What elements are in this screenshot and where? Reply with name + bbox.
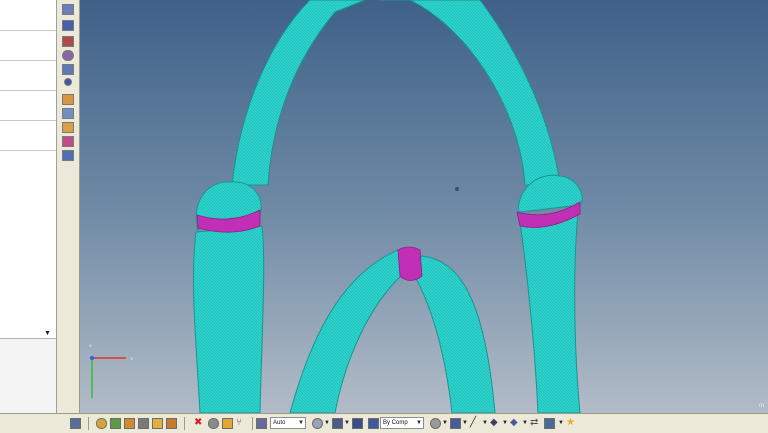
axis-triad: × + bbox=[89, 344, 134, 398]
chevron-down-icon[interactable]: ▼ bbox=[558, 417, 564, 429]
mesh-icon[interactable] bbox=[62, 94, 74, 105]
point-icon[interactable] bbox=[64, 78, 72, 86]
lasso-icon[interactable] bbox=[312, 418, 323, 429]
color-mode-icon[interactable] bbox=[368, 418, 379, 429]
scale-label: m bbox=[759, 403, 764, 409]
cube-view-icon[interactable] bbox=[70, 418, 81, 429]
toolbar-separator bbox=[184, 417, 185, 430]
sphere-icon[interactable] bbox=[62, 50, 74, 61]
sphere-shade-icon[interactable] bbox=[208, 418, 219, 429]
align-icon[interactable] bbox=[62, 108, 74, 119]
isometric-icon[interactable] bbox=[62, 20, 74, 31]
right-pillar-mesh bbox=[519, 211, 581, 413]
toolbar-separator bbox=[88, 417, 89, 430]
chevron-down-icon[interactable]: ▼ bbox=[502, 417, 508, 429]
chevron-down-icon: ▼ bbox=[416, 420, 422, 426]
plane-view-icon[interactable]: ◆ bbox=[490, 417, 498, 429]
branch-icon[interactable]: ⑂ bbox=[236, 417, 242, 429]
graphics-viewport[interactable]: × + m bbox=[80, 0, 768, 413]
rotation-center-marker bbox=[455, 187, 459, 191]
wireframe-icon[interactable] bbox=[430, 418, 441, 429]
components-icon[interactable] bbox=[96, 418, 107, 429]
color-mode-value: By Comp bbox=[383, 420, 408, 426]
plane-icon[interactable] bbox=[62, 150, 74, 161]
delete-icon[interactable]: ✖ bbox=[194, 417, 202, 429]
panel-divider bbox=[0, 90, 56, 91]
arch-mesh-right bbox=[380, 0, 561, 186]
inner-v-right-mesh bbox=[409, 255, 496, 413]
chevron-down-icon[interactable]: ▼ bbox=[482, 417, 488, 429]
vertical-toolbar bbox=[57, 0, 80, 413]
section-icon[interactable] bbox=[62, 36, 74, 47]
transform-icon[interactable]: ⇄ bbox=[530, 417, 538, 429]
chevron-down-icon[interactable]: ▼ bbox=[522, 417, 528, 429]
mesh-model: × + bbox=[89, 0, 583, 413]
mask-icon[interactable] bbox=[222, 418, 233, 429]
left-pillar-mesh bbox=[192, 225, 265, 413]
model-browser-panel: ▼ bbox=[0, 0, 57, 414]
inner-joint-highlight bbox=[397, 246, 423, 281]
arch-mesh bbox=[231, 0, 366, 186]
chevron-down-icon: ▼ bbox=[298, 420, 304, 426]
shading-icon[interactable] bbox=[332, 418, 343, 429]
panel-divider bbox=[0, 30, 56, 31]
display-mode-select[interactable]: Auto ▼ bbox=[270, 417, 306, 429]
chevron-down-icon[interactable]: ▼ bbox=[324, 417, 330, 429]
svg-text:+: + bbox=[89, 344, 93, 350]
line-icon[interactable]: ╱ bbox=[470, 417, 476, 429]
entity-list-area bbox=[0, 338, 56, 414]
assembly-icon[interactable] bbox=[110, 418, 121, 429]
filter-icon[interactable] bbox=[152, 418, 163, 429]
bottom-toolbar: ✖ ⑂ Auto ▼ ▼ ▼ By Comp ▼ ▼ ▼ ╱ ▼ ◆ ▼ ◆ ▼… bbox=[0, 413, 768, 433]
panel-divider bbox=[0, 60, 56, 61]
chevron-down-icon[interactable]: ▼ bbox=[344, 417, 350, 429]
distance-icon[interactable] bbox=[62, 136, 74, 147]
display-mode-value: Auto bbox=[273, 420, 286, 426]
panel-divider bbox=[0, 150, 56, 151]
color-mode-select[interactable]: By Comp ▼ bbox=[380, 417, 424, 429]
svg-text:×: × bbox=[130, 357, 134, 363]
display-mode-icon[interactable] bbox=[256, 418, 267, 429]
panel-divider bbox=[0, 120, 56, 121]
chevron-down-icon[interactable]: ▼ bbox=[462, 417, 468, 429]
surface-icon[interactable]: ◆ bbox=[510, 417, 518, 429]
solid-view-icon[interactable] bbox=[352, 418, 363, 429]
collector-icon[interactable] bbox=[138, 418, 149, 429]
screen-icon[interactable] bbox=[544, 418, 555, 429]
rotate-icon[interactable] bbox=[62, 64, 74, 75]
inner-v-left-mesh bbox=[289, 249, 411, 413]
panel-dropdown-arrow-icon[interactable]: ▼ bbox=[44, 330, 51, 337]
find-icon[interactable] bbox=[166, 418, 177, 429]
element-shade-icon[interactable] bbox=[450, 418, 461, 429]
chevron-down-icon[interactable]: ▼ bbox=[442, 417, 448, 429]
group-icon[interactable] bbox=[124, 418, 135, 429]
view-icon[interactable] bbox=[62, 4, 74, 15]
measure-icon[interactable] bbox=[62, 122, 74, 133]
star-icon[interactable]: ★ bbox=[566, 417, 575, 429]
toolbar-separator bbox=[252, 417, 253, 430]
